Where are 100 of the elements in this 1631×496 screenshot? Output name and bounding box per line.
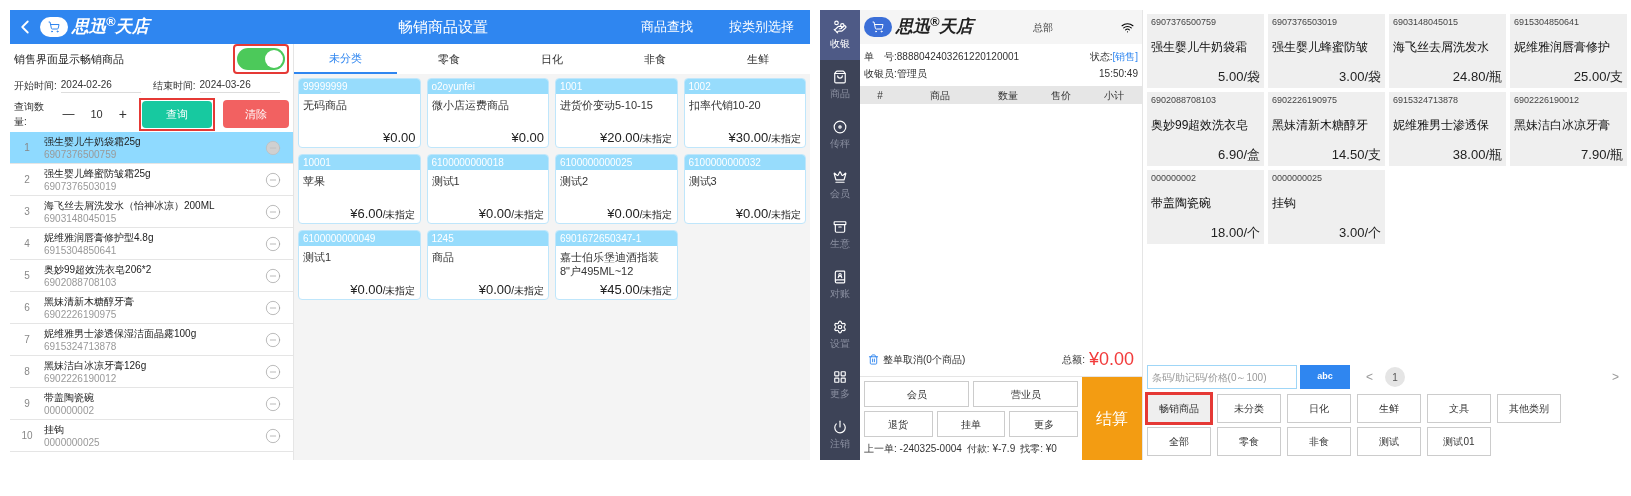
keyboard-button[interactable]: abc [1300, 365, 1350, 389]
product-card[interactable]: 6100000000025 测试2 ¥0.00/未指定 [555, 154, 678, 224]
product-card[interactable]: 1001 进货价变动5-10-15 ¥20.00/未指定 [555, 78, 678, 148]
product-tile[interactable]: 6903148045015 海飞丝去屑洗发水 24.80/瓶 [1389, 14, 1506, 88]
action-button[interactable]: 挂单 [936, 411, 1006, 437]
product-card[interactable]: 6100000000049 测试1 ¥0.00/未指定 [298, 230, 421, 300]
header-link[interactable]: 商品查找 [641, 17, 693, 37]
category-button[interactable]: 日化 [1287, 394, 1351, 423]
product-card[interactable]: 6100000000018 测试1 ¥0.00/未指定 [426, 154, 549, 224]
cancel-order-link[interactable]: 整单取消(0个商品) [883, 352, 966, 367]
product-card[interactable]: o2oyunfei 微小店运费商品 ¥0.00 [426, 78, 549, 148]
product-name: 奥妙99超效洗衣皂206*2 [44, 262, 153, 276]
header-link[interactable]: 按类别选择 [729, 17, 794, 37]
remove-icon[interactable] [265, 171, 281, 188]
action-button[interactable]: 营业员 [973, 381, 1078, 407]
card-name: 进货价变动5-10-15 [559, 98, 654, 112]
decrement-button[interactable]: — [62, 105, 75, 123]
category-tab[interactable]: 未分类 [294, 44, 398, 74]
product-tile[interactable]: 6902088708103 奥妙99超效洗衣皂 6.90/盒 [1147, 92, 1264, 166]
action-button[interactable]: 会员 [864, 381, 969, 407]
tile-name: 强生婴儿牛奶袋霜 [1151, 38, 1248, 56]
product-card[interactable]: 10001 苹果 ¥6.00/未指定 [298, 154, 421, 224]
tile-price: 3.00/袋 [1338, 67, 1381, 86]
category-button[interactable]: 文具 [1427, 394, 1491, 423]
category-tab[interactable]: 日化 [500, 44, 604, 74]
crown-icon [833, 169, 847, 184]
category-button[interactable]: 生鲜 [1357, 394, 1421, 423]
increment-button[interactable]: + [118, 103, 127, 125]
product-code: 0000000025 [44, 435, 101, 449]
category-button[interactable]: 零食 [1217, 427, 1281, 456]
row-number: 5 [23, 269, 31, 283]
action-button[interactable]: 更多 [1009, 411, 1078, 437]
product-name: 妮维雅润唇膏修护型4.8g [44, 230, 155, 244]
card-price: ¥0.00 [511, 128, 544, 147]
card-code: 99999999 [299, 79, 420, 94]
product-code: 6902226190975 [44, 307, 118, 321]
category-button[interactable]: 畅销商品 [1147, 394, 1211, 423]
product-card[interactable]: 99999999 无码商品 ¥0.00 [298, 78, 421, 148]
tile-price: 3.00/个 [1338, 223, 1381, 242]
remove-icon[interactable] [265, 267, 281, 284]
product-code: 6907376503019 [44, 179, 118, 193]
category-button[interactable]: 未分类 [1217, 394, 1281, 423]
product-code: 6915324713878 [44, 339, 118, 353]
date-field[interactable]: 2024-03-26 [199, 77, 280, 93]
category-button[interactable]: 测试 [1357, 427, 1421, 456]
card-price: ¥0.00 [350, 280, 383, 299]
remove-icon[interactable] [265, 203, 281, 220]
product-tile[interactable]: 6907376500759 强生婴儿牛奶袋霜 5.00/袋 [1147, 14, 1264, 88]
remove-icon[interactable] [265, 331, 281, 348]
card-price: ¥0.00 [735, 204, 769, 223]
product-code: 6902088708103 [44, 275, 118, 289]
category-button[interactable]: 全部 [1147, 427, 1211, 456]
product-card[interactable]: 6100000000032 测试3 ¥0.00/未指定 [683, 154, 806, 224]
product-tile[interactable]: 0000000025 挂钩 3.00/个 [1268, 170, 1385, 244]
remove-icon[interactable] [265, 235, 281, 252]
row-number: 9 [23, 397, 31, 411]
product-tile[interactable]: 6907376503019 强生婴儿蜂蜜防皱 3.00/袋 [1268, 14, 1385, 88]
product-tile[interactable]: 6902226190012 黑妹洁白冰凉牙膏 7.90/瓶 [1510, 92, 1627, 166]
card-code: 6100000000049 [299, 231, 420, 246]
product-tile[interactable]: 6915304850641 妮维雅润唇膏修护 25.00/支 [1510, 14, 1627, 88]
category-tab[interactable]: 非食 [603, 44, 707, 74]
product-tile[interactable]: 000000002 带盖陶瓷碗 18.00/个 [1147, 170, 1264, 244]
total-amount: ¥0.00 [1088, 348, 1134, 371]
product-card[interactable]: 6901672650347-1 嘉士伯乐堡迪酒指装8"户495ML~12 ¥45.00/未指定 [555, 230, 678, 300]
sidebar-item[interactable]: 收银 [820, 10, 860, 60]
remove-icon[interactable] [265, 363, 281, 380]
remove-icon[interactable] [265, 395, 281, 412]
product-code: 6915304850641 [44, 243, 118, 257]
product-tile[interactable]: 6915324713878 妮维雅男士渗透保 38.00/瓶 [1389, 92, 1506, 166]
row-number: 7 [23, 333, 31, 347]
product-card[interactable]: 1245 商品 ¥0.00/未指定 [426, 230, 549, 300]
card-name: 测试2 [559, 174, 590, 188]
card-code: 6100000000025 [556, 155, 677, 170]
product-name: 挂钩 [44, 422, 65, 436]
list-row[interactable]: 1 强生婴儿牛奶袋霜25g 6907376500759 [10, 132, 293, 164]
date-field[interactable]: 2024-02-26 [60, 77, 141, 93]
category-button[interactable]: 测试01 [1427, 427, 1491, 456]
tile-code: 6902088708103 [1151, 94, 1218, 107]
remove-icon[interactable] [265, 139, 281, 156]
remove-icon[interactable] [265, 427, 281, 444]
tile-code: 0000000025 [1272, 172, 1324, 185]
remove-icon[interactable] [265, 299, 281, 316]
category-tab[interactable]: 零食 [397, 44, 501, 74]
action-button[interactable]: 退货 [864, 411, 933, 437]
tile-price: 25.00/支 [1572, 67, 1623, 86]
category-tab[interactable]: 生鲜 [706, 44, 810, 74]
field-label: 单 号: [864, 50, 897, 64]
tile-price: 24.80/瓶 [1451, 67, 1502, 86]
row-number: 8 [23, 365, 31, 379]
product-card[interactable]: 1002 扣率代销10-20 ¥30.00/未指定 [683, 78, 806, 148]
wifi-icon [1121, 20, 1134, 34]
category-button[interactable]: 非食 [1287, 427, 1351, 456]
product-tile[interactable]: 6902226190975 黑妹清新木糖醇牙 14.50/支 [1268, 92, 1385, 166]
card-price: ¥6.00 [350, 204, 383, 223]
logo-text: 思迅$^{®}$天店 [896, 14, 974, 39]
category-button[interactable]: 其他类别 [1497, 394, 1561, 423]
tile-price: 6.90/盒 [1217, 145, 1260, 164]
field-label: 开始时间: [14, 78, 57, 93]
search-field[interactable]: 条码/助记码/价格(0～100) [1147, 365, 1297, 389]
tile-code: 6907376503019 [1272, 16, 1339, 29]
